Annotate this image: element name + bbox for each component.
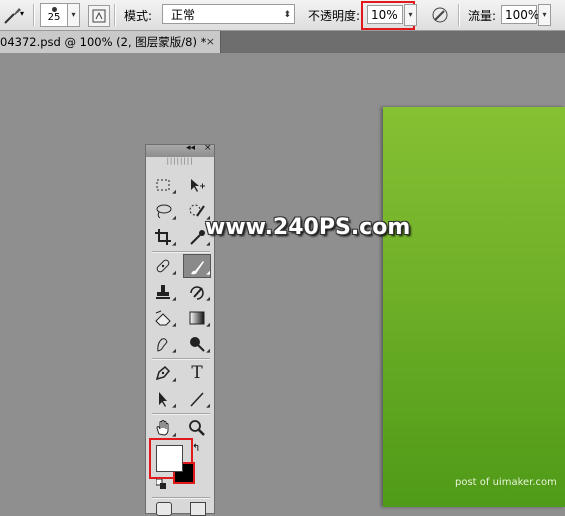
- spot-healing-brush-tool[interactable]: ◢: [150, 255, 176, 277]
- gradient-icon: [189, 311, 205, 325]
- move-tool[interactable]: [184, 174, 210, 196]
- magnifier-icon: [189, 420, 205, 436]
- stamp-icon: [156, 285, 170, 299]
- mode-label: 模式:: [124, 9, 153, 23]
- quick-mask-button[interactable]: [156, 502, 172, 516]
- close-tab-icon[interactable]: ×: [206, 31, 215, 53]
- site-watermark: www.240PS.com: [205, 215, 411, 240]
- pressure-opacity-toggle[interactable]: [430, 5, 450, 25]
- line-tool[interactable]: ◢: [184, 388, 210, 410]
- foreground-color-swatch[interactable]: [156, 445, 183, 472]
- collapse-panel-icon[interactable]: ◂◂: [186, 143, 195, 153]
- history-brush-icon: [190, 286, 204, 300]
- panel-grip[interactable]: ||||||||: [146, 157, 214, 165]
- tool-group-divider: [152, 497, 210, 499]
- eraser-tool[interactable]: ◢: [150, 307, 176, 329]
- history-brush-tool[interactable]: ◢: [184, 281, 210, 303]
- brush-size-dropdown[interactable]: ▾: [67, 3, 80, 27]
- pen-nib-icon: [155, 365, 171, 381]
- move-icon: [191, 179, 205, 192]
- gradient-tool[interactable]: ◢: [184, 307, 210, 329]
- document-canvas[interactable]: [383, 107, 565, 507]
- blend-mode-select[interactable]: 正常 ⬍: [162, 4, 295, 24]
- tablet-pressure-icon: [432, 7, 448, 23]
- brush-panel-icon: [92, 9, 106, 23]
- crop-tool[interactable]: ◢: [150, 226, 176, 248]
- clone-stamp-tool[interactable]: ◢: [150, 281, 176, 303]
- eyedropper-icon: [190, 230, 205, 245]
- preset-dropdown-arrow-icon[interactable]: ▾: [20, 9, 24, 18]
- document-tab-bar: 04372.psd @ 100% (2, 图层蒙版/8) * ×: [0, 31, 565, 53]
- default-colors-glyph: [155, 478, 166, 489]
- tools-panel-header[interactable]: ◂◂ ×: [146, 143, 214, 157]
- default-colors-icon[interactable]: [155, 478, 166, 489]
- tool-group-divider: [152, 413, 210, 415]
- document-tab[interactable]: 04372.psd @ 100% (2, 图层蒙版/8) * ×: [0, 31, 221, 53]
- line-icon: [190, 392, 204, 407]
- opacity-input[interactable]: 10%: [367, 5, 403, 24]
- tools-panel: ◂◂ × |||||||| ◢ ◢ ◢ ◢ ◢ ◢ ◢ ◢ ◢ ◢ ◢ ◢ ◢ …: [145, 143, 215, 516]
- swap-colors-icon[interactable]: ↰: [192, 443, 200, 454]
- eraser-icon: [155, 310, 171, 326]
- lasso-tool[interactable]: ◢: [150, 200, 176, 222]
- type-tool[interactable]: T: [184, 362, 210, 384]
- blur-tool[interactable]: ◢: [150, 333, 176, 355]
- arrow-cursor-icon: [159, 392, 167, 407]
- tool-group-divider: [152, 358, 210, 360]
- opacity-dropdown[interactable]: ▾: [404, 4, 417, 26]
- flow-dropdown[interactable]: ▾: [538, 4, 551, 26]
- brush-panel-toggle[interactable]: [88, 5, 110, 27]
- zoom-tool[interactable]: [184, 417, 210, 439]
- options-bar: ▾ 25 ▾ 模式: 正常 ⬍ 不透明度: 10% ▾ 流量: 100% ▾: [0, 0, 565, 31]
- brush-tool[interactable]: ◢: [183, 254, 211, 278]
- paintbrush-icon: [191, 261, 204, 275]
- divider: [33, 4, 35, 26]
- close-panel-icon[interactable]: ×: [204, 143, 212, 153]
- blend-mode-value: 正常: [171, 8, 196, 22]
- lasso-icon: [156, 204, 172, 219]
- hand-icon: [156, 420, 169, 436]
- dodge-tool[interactable]: ◢: [184, 333, 210, 355]
- crop-icon: [155, 229, 171, 245]
- quick-selection-icon: [189, 204, 205, 217]
- opacity-label: 不透明度:: [308, 9, 361, 23]
- finger-smudge-icon: [157, 338, 168, 352]
- brush-size-value: 25: [47, 12, 61, 23]
- flow-input[interactable]: 100%: [501, 5, 539, 24]
- marquee-icon: [156, 179, 170, 191]
- flow-label: 流量:: [468, 9, 497, 23]
- divider: [114, 4, 116, 26]
- hand-tool[interactable]: ◢: [150, 417, 176, 439]
- path-selection-tool[interactable]: ◢: [150, 388, 176, 410]
- select-arrows-icon: ⬍: [283, 10, 291, 20]
- pen-tool[interactable]: ◢: [150, 362, 176, 384]
- screen-mode-button[interactable]: [190, 502, 206, 516]
- divider: [458, 4, 460, 26]
- brush-size-picker[interactable]: 25: [40, 3, 68, 27]
- bandage-icon: [156, 259, 170, 273]
- document-tab-title: 04372.psd @ 100% (2, 图层蒙版/8) *: [0, 35, 207, 49]
- tool-group-divider: [152, 251, 210, 253]
- credit-watermark: post of uimaker.com: [455, 477, 557, 488]
- dodge-icon: [190, 337, 205, 352]
- rectangular-marquee-tool[interactable]: ◢: [150, 174, 176, 196]
